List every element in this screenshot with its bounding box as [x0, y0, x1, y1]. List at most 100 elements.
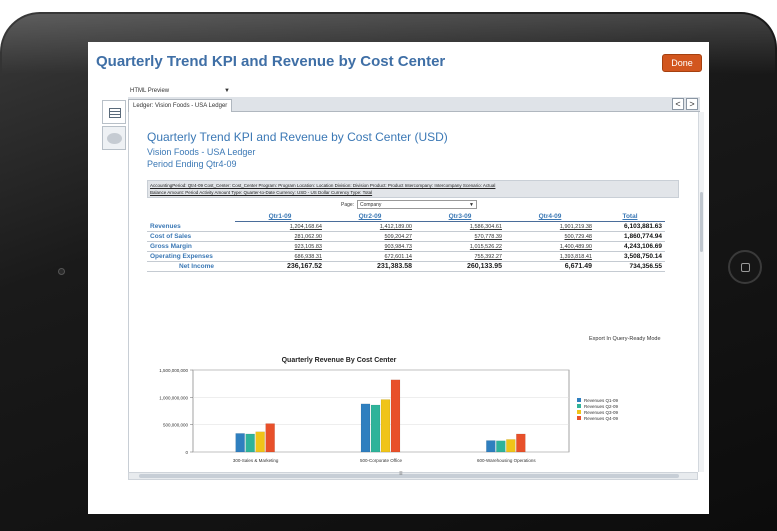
cell-value: 231,383.58: [325, 261, 415, 272]
bar: [506, 439, 516, 453]
legend-entry: Revenues Q2-09: [584, 404, 619, 409]
legend-swatch: [577, 410, 581, 414]
vertical-scrollbar[interactable]: [698, 112, 704, 472]
preview-mode-select[interactable]: HTML Preview ▼: [128, 86, 232, 97]
scroll-grip-icon: ≡: [399, 471, 403, 477]
cell-value[interactable]: 903,984.73: [325, 241, 415, 252]
y-tick-label: 500,000,000: [163, 423, 189, 428]
bar: [235, 433, 245, 453]
next-page-button[interactable]: >: [686, 98, 698, 110]
page-select-value: Company: [360, 202, 382, 208]
row-label: Revenues: [147, 221, 235, 232]
legend-entry: Revenues Q3-09: [584, 410, 619, 415]
cell-value[interactable]: 1,393,818.41: [505, 251, 595, 262]
cell-total: 1,860,774.94: [595, 231, 665, 242]
row-label: Net Income: [147, 261, 235, 272]
pov-line-1[interactable]: AccountingPeriod: Qtr4-09 Cost_Center: C…: [150, 182, 676, 189]
grid-header-row: Qtr1-09 Qtr2-09 Qtr3-09 Qtr4-09 Total: [147, 212, 665, 222]
pov-line-2[interactable]: Balance Amount: Period Activity Amount T…: [150, 189, 676, 196]
grid-corner: [147, 212, 235, 222]
bar: [486, 440, 496, 453]
table-row: Revenues 1,204,168.64 1,412,189.00 1,586…: [147, 221, 665, 232]
preview-mode-value: HTML Preview: [130, 88, 170, 94]
col-header: Qtr1-09: [235, 212, 325, 222]
stage: Quarterly Trend KPI and Revenue by Cost …: [0, 0, 777, 531]
chevron-down-icon: ▼: [224, 88, 230, 94]
report-content: Quarterly Trend KPI and Revenue by Cost …: [128, 112, 698, 472]
bar: [245, 433, 255, 453]
table-row: Cost of Sales 281,062.90 509,204.27 570,…: [147, 231, 665, 242]
title-bar: Quarterly Trend KPI and Revenue by Cost …: [88, 42, 709, 80]
cell-total: 4,243,106.69: [595, 241, 665, 252]
horizontal-scrollbar[interactable]: ≡: [128, 471, 698, 480]
cell-value[interactable]: 1,586,304.61: [415, 221, 505, 232]
y-tick-label: 1,000,000,000: [159, 395, 188, 400]
page-label: Page:: [341, 202, 355, 208]
page-select[interactable]: Company ▼: [357, 200, 477, 209]
cell-value[interactable]: 923,105.83: [235, 241, 325, 252]
vertical-scroll-thumb[interactable]: [700, 192, 703, 252]
cell-value[interactable]: 570,778.39: [415, 231, 505, 242]
bar: [390, 379, 401, 453]
row-label: Operating Expenses: [147, 251, 235, 262]
x-category-label: 500-Corporate Office: [360, 458, 402, 463]
page-title: Quarterly Trend KPI and Revenue by Cost …: [96, 53, 446, 70]
table-row: Gross Margin 923,105.83 903,984.73 1,015…: [147, 241, 665, 252]
prev-page-button[interactable]: <: [672, 98, 684, 110]
cell-value[interactable]: 1,204,168.64: [235, 221, 325, 232]
tab-ledger[interactable]: Ledger: Vision Foods - USA Ledger: [128, 99, 233, 112]
report-icon: [109, 108, 121, 118]
bar: [496, 440, 506, 453]
cell-value[interactable]: 509,204.27: [325, 231, 415, 242]
camera-icon: [58, 268, 65, 275]
bar: [360, 403, 371, 453]
horizontal-scroll-thumb[interactable]: [139, 474, 679, 478]
home-square-icon: [741, 263, 750, 272]
cell-value: 6,671.49: [505, 261, 595, 272]
cell-value[interactable]: 500,729.48: [505, 231, 595, 242]
cell-value[interactable]: 672,601.14: [325, 251, 415, 262]
point-of-view-bar: AccountingPeriod: Qtr4-09 Cost_Center: C…: [147, 180, 679, 198]
table-row: Operating Expenses 686,938.31 672,601.14…: [147, 251, 665, 262]
y-tick-label: 1,500,000,000: [159, 368, 188, 373]
comment-bubble-icon: [107, 133, 122, 144]
y-tick-label: 0: [185, 450, 188, 455]
legend-swatch: [577, 404, 581, 408]
col-header: Qtr2-09: [325, 212, 415, 222]
comments-tab[interactable]: [102, 126, 126, 150]
col-header: Qtr3-09: [415, 212, 505, 222]
report-period: Period Ending Qtr4-09: [147, 159, 237, 169]
bar: [370, 404, 381, 453]
screen: Quarterly Trend KPI and Revenue by Cost …: [88, 42, 709, 514]
revenue-chart: Quarterly Revenue By Cost Center 1,500,00…: [159, 357, 619, 463]
col-header: Total: [595, 212, 665, 222]
chart-title: Quarterly Revenue By Cost Center: [282, 357, 397, 364]
cell-value: 260,133.95: [415, 261, 505, 272]
bar: [265, 423, 275, 453]
ledger-tab-bar: Ledger: Vision Foods - USA Ledger < >: [128, 97, 700, 112]
home-button[interactable]: [728, 250, 762, 284]
cell-value[interactable]: 755,392.27: [415, 251, 505, 262]
bar: [380, 399, 391, 453]
x-category-label: 600-Warehousing Operations: [477, 458, 536, 463]
report-subtitle: Vision Foods - USA Ledger: [147, 147, 256, 157]
cell-value[interactable]: 1,901,219.38: [505, 221, 595, 232]
cell-value[interactable]: 686,938.31: [235, 251, 325, 262]
cell-value[interactable]: 1,015,526.22: [415, 241, 505, 252]
cell-total: 3,508,750.14: [595, 251, 665, 262]
cell-value[interactable]: 281,062.90: [235, 231, 325, 242]
done-button[interactable]: Done: [662, 54, 702, 72]
cell-total: 734,356.55: [595, 261, 665, 272]
bar: [255, 431, 265, 453]
cell-value[interactable]: 1,412,189.00: [325, 221, 415, 232]
report-view-tab[interactable]: [102, 100, 126, 124]
row-label: Gross Margin: [147, 241, 235, 252]
report-title: Quarterly Trend KPI and Revenue by Cost …: [147, 130, 448, 144]
bar: [516, 433, 526, 453]
legend-entry: Revenues Q4-09: [584, 416, 619, 421]
cell-value[interactable]: 1,400,489.90: [505, 241, 595, 252]
legend-swatch: [577, 416, 581, 420]
chevron-down-icon: ▼: [469, 202, 474, 208]
export-query-ready-link[interactable]: Export In Query-Ready Mode: [589, 336, 661, 342]
legend-entry: Revenues Q1-09: [584, 398, 619, 403]
